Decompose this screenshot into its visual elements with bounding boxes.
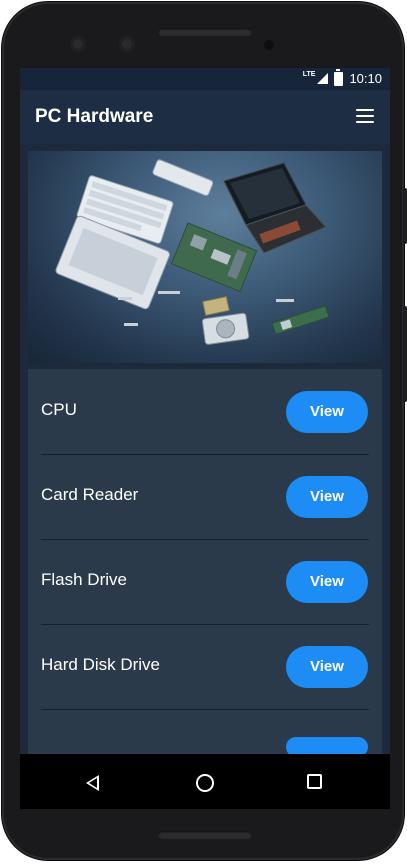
- list-item-partial: [41, 709, 369, 754]
- screen: LTE 10:10 PC Hardware CPU View Card Read…: [20, 68, 390, 809]
- list-item: CPU View: [41, 369, 369, 455]
- front-sensor-icon: [119, 36, 135, 52]
- recents-square-icon[interactable]: [307, 774, 322, 789]
- list-item-label: Hard Disk Drive: [41, 655, 161, 674]
- page-title: PC Hardware: [35, 106, 154, 127]
- bottom-speaker: [158, 831, 252, 839]
- list-item: Flash Drive View: [41, 539, 369, 625]
- view-hard-disk-drive-button[interactable]: View: [286, 646, 368, 688]
- view-cpu-button[interactable]: View: [286, 391, 368, 433]
- app-bar: PC Hardware: [20, 90, 390, 144]
- list-item-label: Card Reader: [41, 485, 139, 504]
- signal-icon: [317, 73, 329, 84]
- hardware-list: CPU View Card Reader View Flash Drive Vi…: [28, 369, 382, 754]
- power-button[interactable]: [403, 188, 407, 244]
- hero-image: [28, 151, 382, 363]
- partial-view-button[interactable]: [286, 737, 368, 754]
- battery-icon: [334, 68, 344, 86]
- proximity-sensor: [264, 40, 274, 50]
- laptop-exploded-illustration: [55, 159, 330, 345]
- back-triangle-icon[interactable]: [86, 775, 99, 791]
- list-item: Card Reader View: [41, 454, 369, 540]
- volume-button[interactable]: [403, 306, 407, 402]
- status-bar: LTE 10:10: [20, 68, 390, 90]
- main-content: CPU View Card Reader View Flash Drive Vi…: [20, 144, 390, 754]
- system-nav-bar: [20, 754, 390, 809]
- view-flash-drive-button[interactable]: View: [286, 561, 368, 603]
- status-time: 10:10: [349, 71, 382, 86]
- hamburger-menu-icon[interactable]: [356, 109, 374, 123]
- home-circle-icon[interactable]: [196, 774, 214, 792]
- phone-frame: LTE 10:10 PC Hardware CPU View Card Read…: [2, 2, 404, 860]
- view-card-reader-button[interactable]: View: [286, 476, 368, 518]
- list-item-label: CPU: [41, 400, 77, 419]
- list-item: Hard Disk Drive View: [41, 624, 369, 710]
- front-camera-icon: [70, 36, 86, 52]
- earpiece-speaker: [158, 28, 252, 36]
- list-item-label: Flash Drive: [41, 570, 127, 589]
- lte-indicator: LTE: [302, 71, 316, 78]
